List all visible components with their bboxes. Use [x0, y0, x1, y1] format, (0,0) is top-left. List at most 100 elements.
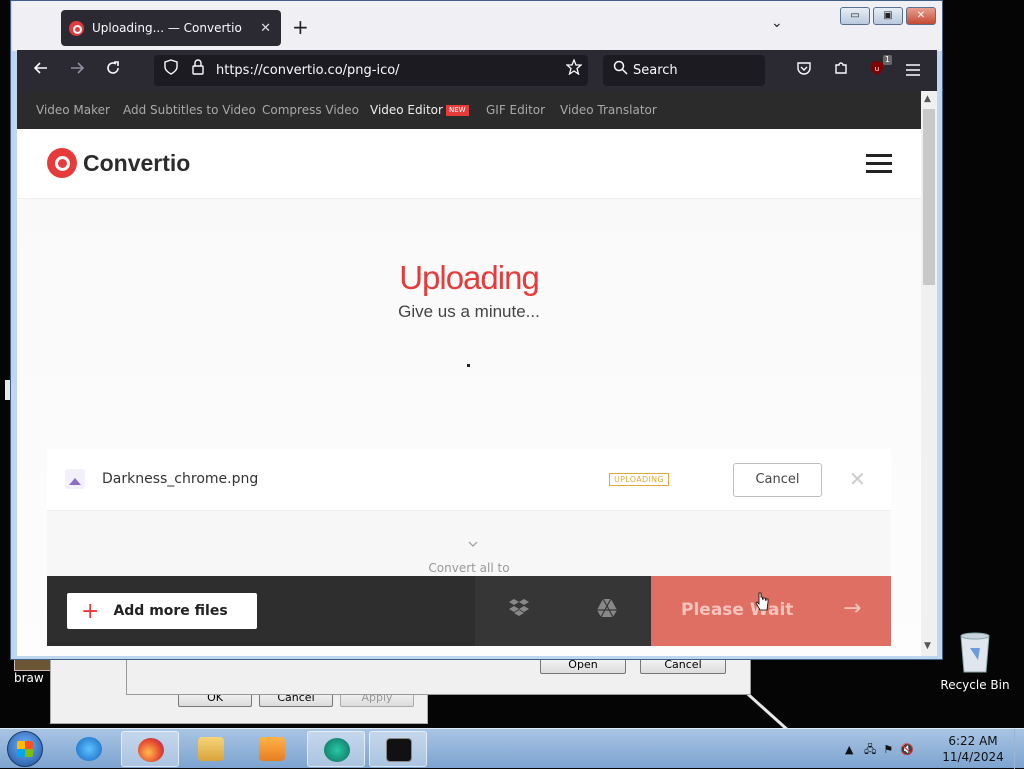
media-player-icon: [259, 737, 285, 761]
pocket-icon[interactable]: [793, 60, 815, 82]
system-tray: ▲ 🖧 ⚑ 🔇: [845, 741, 914, 760]
shield-icon[interactable]: [160, 59, 182, 81]
page-viewport: Video Maker Add Subtitles to Video Compr…: [17, 91, 921, 656]
subnav-video-editor-label: Video Editor: [370, 103, 443, 117]
taskbar-command-prompt[interactable]: [369, 731, 427, 767]
lock-icon[interactable]: [187, 59, 209, 81]
volume-muted-icon[interactable]: 🔇: [900, 743, 914, 756]
clock-date: 11/4/2024: [942, 750, 1004, 764]
browser-toolbar: https://convertio.co/png-ico/ Search u 1: [17, 50, 937, 91]
subnav-compress-video[interactable]: Compress Video: [262, 103, 359, 117]
taskbar: ▲ 🖧 ⚑ 🔇 6:22 AM 11/4/2024: [0, 728, 1024, 769]
add-more-files-label: Add more files: [113, 603, 228, 619]
convert-all-row: Convert all to: [47, 511, 891, 577]
convert-all-dropdown[interactable]: Convert all to: [47, 536, 891, 575]
please-wait-label: Please Wait: [681, 600, 794, 620]
network-icon[interactable]: 🖧: [864, 743, 876, 756]
clock-time: 6:22 AM: [948, 734, 998, 748]
tab-active[interactable]: Uploading... — Convertio ✕: [61, 10, 281, 46]
file-card: Darkness_chrome.png UPLOADING Cancel ✕ C…: [47, 449, 891, 646]
new-tag: NEW: [445, 105, 469, 116]
please-wait-button[interactable]: Please Wait →: [651, 576, 891, 646]
new-tab-button[interactable]: +: [292, 15, 309, 39]
convert-all-label: Convert all to: [428, 561, 510, 575]
file-name: Darkness_chrome.png: [102, 471, 259, 487]
extensions-puzzle-icon[interactable]: [830, 60, 852, 82]
start-button[interactable]: [7, 731, 43, 767]
forward-arrow-icon[interactable]: [66, 60, 88, 82]
image-file-icon: [65, 469, 85, 489]
taskbar-file-explorer[interactable]: [182, 731, 240, 767]
svg-text:u: u: [875, 65, 879, 73]
subnav-video-editor[interactable]: Video Editor NEW: [370, 103, 469, 117]
url-text[interactable]: https://convertio.co/png-ico/: [216, 63, 400, 78]
google-drive-button[interactable]: [563, 576, 651, 646]
browser-window: Uploading... — Convertio ✕ + ⌄ ▭ ▣ ✕ htt…: [10, 0, 943, 660]
tab-close-icon[interactable]: ✕: [260, 21, 271, 36]
hand-cursor-icon: [755, 592, 769, 611]
bookmark-star-icon[interactable]: [563, 58, 585, 81]
menu-hamburger-icon[interactable]: [902, 60, 924, 82]
arrow-right-icon: →: [843, 596, 862, 621]
search-input[interactable]: Search: [603, 55, 765, 86]
dropbox-button[interactable]: [475, 576, 563, 646]
scrollbar-thumb[interactable]: [923, 109, 935, 285]
show-desktop-button[interactable]: [1014, 729, 1024, 769]
subnav-add-subtitles[interactable]: Add Subtitles to Video: [123, 103, 256, 117]
internet-explorer-icon: [76, 737, 102, 761]
extension-badge: 1: [882, 55, 892, 65]
desktop-icon-label: braw: [14, 671, 44, 685]
status-badge: UPLOADING: [609, 473, 669, 486]
recycle-bin-label: Recycle Bin: [940, 678, 1010, 692]
clock[interactable]: 6:22 AM 11/4/2024: [938, 733, 1008, 765]
recycle-bin[interactable]: Recycle Bin: [940, 630, 1010, 692]
subnav-video-translator[interactable]: Video Translator: [560, 103, 657, 117]
subnav-gif-editor[interactable]: GIF Editor: [486, 103, 545, 117]
add-more-files-button[interactable]: + Add more files: [67, 593, 257, 629]
upload-section: Uploading Give us a minute... Darkness_c…: [17, 199, 921, 656]
convertio-favicon-icon: [69, 20, 84, 36]
plus-icon: +: [81, 598, 100, 624]
dropbox-icon: [509, 599, 529, 616]
taskbar-internet-explorer[interactable]: [60, 731, 118, 767]
page-scrollbar[interactable]: ▲ ▼: [921, 91, 937, 656]
command-prompt-icon: [386, 738, 412, 762]
subnav-video-maker[interactable]: Video Maker: [36, 103, 110, 117]
folder-icon: [198, 737, 224, 761]
ublock-extension-icon[interactable]: u 1: [866, 55, 892, 82]
convertio-logo-icon: [47, 148, 77, 178]
page-subtitle: Give us a minute...: [398, 302, 540, 321]
reload-icon[interactable]: [102, 60, 124, 82]
site-menu-hamburger-icon[interactable]: [866, 154, 892, 174]
google-drive-icon: [597, 598, 617, 618]
tab-bar: Uploading... — Convertio ✕ + ⌄ ▭ ▣ ✕: [12, 1, 942, 51]
tab-list-chevron-icon[interactable]: ⌄: [771, 15, 783, 31]
window-maximize-button[interactable]: ▣: [873, 7, 903, 25]
url-bar[interactable]: https://convertio.co/png-ico/: [154, 55, 588, 86]
site-header: Convertio: [17, 129, 921, 199]
scroll-down-icon[interactable]: ▼: [924, 641, 931, 651]
loading-indicator: [467, 364, 470, 367]
file-row: Darkness_chrome.png UPLOADING Cancel ✕: [47, 449, 891, 511]
search-placeholder: Search: [633, 63, 678, 78]
search-icon: [609, 59, 631, 81]
taskbar-app[interactable]: [307, 731, 365, 767]
recycle-bin-icon: [958, 630, 992, 674]
page-title: Uploading: [399, 259, 540, 296]
window-minimize-button[interactable]: ▭: [840, 7, 870, 25]
remove-file-icon[interactable]: ✕: [849, 467, 866, 491]
firefox-icon: [138, 738, 164, 762]
window-close-button[interactable]: ✕: [906, 7, 936, 25]
tab-title: Uploading... — Convertio: [92, 21, 242, 35]
convertio-logo[interactable]: Convertio: [47, 148, 190, 178]
logo-text: Convertio: [83, 149, 191, 176]
taskbar-media-player[interactable]: [243, 731, 301, 767]
flag-icon[interactable]: ⚑: [883, 743, 893, 756]
back-arrow-icon[interactable]: [30, 60, 52, 82]
taskbar-firefox[interactable]: [121, 731, 179, 767]
scroll-up-icon[interactable]: ▲: [924, 94, 931, 104]
site-subnav: Video Maker Add Subtitles to Video Compr…: [17, 91, 921, 129]
chevron-down-icon: [468, 541, 478, 547]
cancel-upload-button[interactable]: Cancel: [733, 463, 822, 497]
tray-expand-icon[interactable]: ▲: [845, 743, 853, 756]
